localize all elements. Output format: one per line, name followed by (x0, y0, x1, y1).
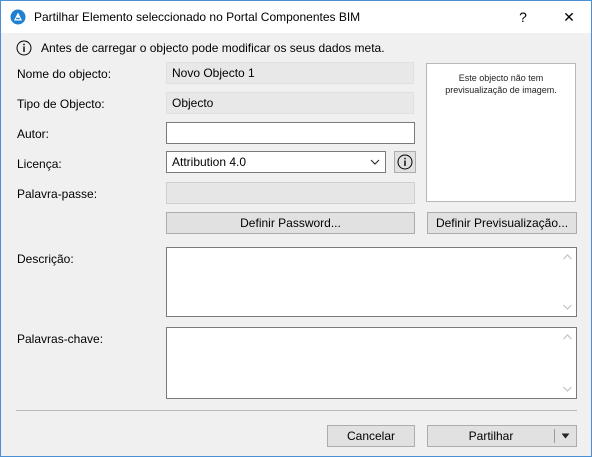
set-preview-button[interactable]: Definir Previsualização... (427, 212, 577, 234)
info-circle-icon (397, 154, 413, 170)
share-dialog: Partilhar Elemento seleccionado no Porta… (0, 0, 592, 457)
author-input[interactable] (166, 122, 415, 144)
object-name-label: Nome do objecto: (17, 67, 112, 81)
title-bar: Partilhar Elemento seleccionado no Porta… (1, 1, 591, 33)
footer-separator (16, 410, 577, 411)
license-label: Licença: (17, 157, 62, 171)
license-select[interactable]: Attribution 4.0 (166, 151, 386, 173)
share-button[interactable]: Partilhar (428, 426, 554, 446)
close-button[interactable]: ✕ (547, 1, 591, 33)
app-icon (10, 9, 26, 25)
password-label: Palavra-passe: (17, 187, 98, 201)
scroll-down-icon[interactable] (562, 303, 573, 311)
set-password-button[interactable]: Definir Password... (166, 212, 415, 234)
description-textarea[interactable] (166, 247, 577, 317)
info-text: Antes de carregar o objecto pode modific… (41, 41, 385, 55)
password-field (166, 182, 415, 204)
object-type-field: Objecto (166, 92, 414, 114)
keywords-scrollbar[interactable] (559, 328, 576, 398)
preview-placeholder-text: Este objecto não tem previsualização de … (445, 73, 557, 95)
keywords-label: Palavras-chave: (17, 332, 104, 346)
license-selected-value: Attribution 4.0 (172, 155, 247, 169)
object-type-label: Tipo de Objecto: (17, 97, 105, 111)
window-title: Partilhar Elemento seleccionado no Porta… (34, 10, 361, 24)
triangle-down-icon (561, 433, 570, 439)
info-icon (16, 40, 32, 56)
help-button[interactable]: ? (501, 1, 545, 33)
license-info-button[interactable] (394, 151, 416, 173)
preview-area: Este objecto não tem previsualização de … (426, 63, 576, 202)
keywords-textarea[interactable] (166, 327, 577, 399)
description-scrollbar[interactable] (559, 248, 576, 316)
share-menu-button[interactable] (555, 426, 576, 446)
scroll-up-icon[interactable] (562, 253, 573, 261)
info-message: Antes de carregar o objecto pode modific… (16, 39, 385, 57)
scroll-down-icon[interactable] (562, 385, 573, 393)
scroll-up-icon[interactable] (562, 333, 573, 341)
cancel-button[interactable]: Cancelar (327, 425, 415, 447)
chevron-down-icon (370, 159, 380, 165)
object-name-field: Novo Objecto 1 (166, 62, 414, 84)
author-label: Autor: (17, 127, 50, 141)
description-label: Descrição: (17, 252, 74, 266)
share-split-button: Partilhar (427, 425, 577, 447)
